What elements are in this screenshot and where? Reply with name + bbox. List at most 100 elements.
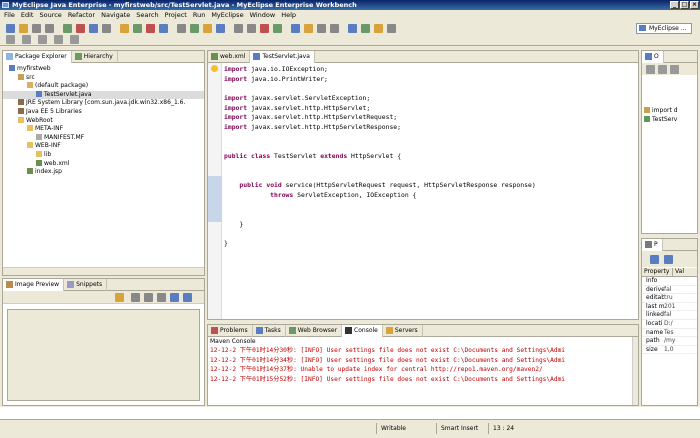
toolbar-tool-icon[interactable] bbox=[32, 24, 41, 33]
menu-run[interactable]: Run bbox=[193, 10, 205, 20]
toolbar-nav-icon[interactable] bbox=[6, 35, 15, 44]
menu-refactor[interactable]: Refactor bbox=[68, 10, 95, 20]
toolbar-tool-icon[interactable] bbox=[120, 24, 129, 33]
toolbar-nav-icon[interactable] bbox=[22, 35, 31, 44]
maximize-button[interactable]: □ bbox=[680, 1, 689, 9]
tree-item[interactable]: Java EE 5 Libraries bbox=[3, 107, 204, 117]
tab-snippets[interactable]: Snippets bbox=[64, 279, 108, 291]
menu-project[interactable]: Project bbox=[165, 10, 187, 20]
toolbar-nav-icon[interactable] bbox=[70, 35, 79, 44]
tree-item[interactable]: WebRoot bbox=[3, 116, 204, 126]
toolbar-tool-icon[interactable] bbox=[146, 24, 155, 33]
perspective-switcher[interactable]: MyEclipse ... bbox=[636, 23, 692, 34]
tab-testservlet-java[interactable]: TestServlet.java bbox=[250, 51, 315, 63]
menu-search[interactable]: Search bbox=[136, 10, 158, 20]
tree-item[interactable]: JRE System Library [com.sun.java.jdk.win… bbox=[3, 99, 204, 108]
toolbar-tool-icon[interactable] bbox=[273, 24, 282, 33]
menu-help[interactable]: Help bbox=[281, 10, 296, 20]
tree-item[interactable]: (default package) bbox=[3, 82, 204, 91]
toolbar-nav-icon[interactable] bbox=[54, 35, 63, 44]
tree-item[interactable]: lib bbox=[3, 150, 204, 160]
toolbar-tool-icon[interactable] bbox=[76, 24, 85, 33]
horizontal-scrollbar[interactable] bbox=[3, 267, 204, 275]
tab-image-preview[interactable]: Image Preview bbox=[3, 279, 65, 291]
property-row[interactable]: linked fal bbox=[642, 311, 697, 320]
toolbar-tool-icon[interactable] bbox=[387, 24, 396, 33]
minimize-button[interactable]: _ bbox=[670, 1, 679, 9]
value-column-header[interactable]: Val bbox=[672, 268, 697, 276]
tree-item[interactable]: TestServlet.java bbox=[3, 90, 204, 100]
tree-item[interactable]: index.jsp bbox=[3, 168, 204, 177]
toolbar-tool-icon[interactable] bbox=[190, 24, 199, 33]
categories-icon[interactable] bbox=[650, 255, 659, 264]
image-tool-icon[interactable] bbox=[115, 293, 124, 302]
console-output[interactable]: 12-12-2 下午01时14分30秒: [INFO] User setting… bbox=[210, 346, 632, 384]
toolbar-tool-icon[interactable] bbox=[348, 24, 357, 33]
tree-item[interactable]: WEB-INF bbox=[3, 142, 204, 151]
toolbar-tool-icon[interactable] bbox=[203, 24, 212, 33]
filter-icon[interactable] bbox=[664, 255, 673, 264]
tab-console[interactable]: Console bbox=[342, 325, 383, 337]
menu-window[interactable]: Window bbox=[250, 10, 276, 20]
tree-item[interactable]: META-INF bbox=[3, 125, 204, 134]
property-row[interactable]: locati D:/ bbox=[642, 320, 697, 329]
toolbar-tool-icon[interactable] bbox=[177, 24, 186, 33]
toolbar-tool-icon[interactable] bbox=[361, 24, 370, 33]
property-row[interactable]: Info bbox=[642, 277, 697, 286]
warning-marker-icon[interactable] bbox=[211, 65, 218, 72]
property-column-header[interactable]: Property bbox=[642, 268, 672, 276]
zoom-out-icon[interactable] bbox=[144, 293, 153, 302]
toolbar-tool-icon[interactable] bbox=[234, 24, 243, 33]
toolbar-nav-icon[interactable] bbox=[38, 35, 47, 44]
toolbar-tool-icon[interactable] bbox=[330, 24, 339, 33]
tab-web-browser[interactable]: Web Browser bbox=[286, 325, 343, 337]
toolbar-tool-icon[interactable] bbox=[216, 24, 225, 33]
tab-web-xml[interactable]: web.xml bbox=[208, 51, 251, 63]
menu-file[interactable]: File bbox=[4, 10, 15, 20]
tab-package-explorer[interactable]: Package Explorer bbox=[3, 51, 72, 63]
tree-item[interactable]: src bbox=[3, 73, 204, 83]
maximize-panel-icon[interactable] bbox=[183, 293, 192, 302]
menu-navigate[interactable]: Navigate bbox=[101, 10, 130, 20]
outline-item[interactable]: import d bbox=[644, 107, 678, 116]
zoom-fit-icon[interactable] bbox=[157, 293, 166, 302]
properties-table[interactable]: Info derive fal editab tru last m 201 linked fal… bbox=[642, 277, 697, 355]
minimize-panel-icon[interactable] bbox=[170, 293, 179, 302]
package-tree[interactable]: myfirstweb src (default package) TestServle… bbox=[3, 65, 204, 177]
toolbar-tool-icon[interactable] bbox=[304, 24, 313, 33]
property-row[interactable]: last m 201 bbox=[642, 303, 697, 312]
toolbar-tool-icon[interactable] bbox=[374, 24, 383, 33]
toolbar-tool-icon[interactable] bbox=[63, 24, 72, 33]
tab-properties[interactable]: P bbox=[642, 239, 663, 251]
toolbar-tool-icon[interactable] bbox=[19, 24, 28, 33]
menu-myeclipse[interactable]: MyEclipse bbox=[211, 10, 243, 20]
tab-servers[interactable]: Servers bbox=[383, 325, 423, 337]
menu-source[interactable]: Source bbox=[39, 10, 61, 20]
tab-problems[interactable]: Problems bbox=[208, 325, 253, 337]
property-row[interactable]: name Tes bbox=[642, 329, 697, 338]
toolbar-tool-icon[interactable] bbox=[89, 24, 98, 33]
property-row[interactable]: editab tru bbox=[642, 294, 697, 303]
zoom-in-icon[interactable] bbox=[131, 293, 140, 302]
menu-edit[interactable]: Edit bbox=[21, 10, 34, 20]
console-scrollbar[interactable] bbox=[632, 337, 638, 405]
toolbar-tool-icon[interactable] bbox=[260, 24, 269, 33]
tab-hierarchy[interactable]: Hierarchy bbox=[72, 51, 118, 63]
hide-fields-icon[interactable] bbox=[658, 65, 667, 74]
tree-item[interactable]: web.xml bbox=[3, 159, 204, 169]
property-row[interactable]: path/my bbox=[642, 337, 697, 346]
tab-outline[interactable]: O bbox=[642, 51, 664, 63]
property-row[interactable]: derive fal bbox=[642, 286, 697, 295]
code-editor[interactable]: import java.io.IOException; import java.i… bbox=[224, 65, 638, 319]
tree-item[interactable]: myfirstweb bbox=[3, 65, 204, 74]
outline-tree[interactable]: import d TestServ bbox=[644, 107, 678, 125]
toolbar-tool-icon[interactable] bbox=[159, 24, 168, 33]
toolbar-tool-icon[interactable] bbox=[45, 24, 54, 33]
toolbar-tool-icon[interactable] bbox=[291, 24, 300, 33]
toolbar-tool-icon[interactable] bbox=[247, 24, 256, 33]
tree-item[interactable]: MANIFEST.MF bbox=[3, 133, 204, 143]
toolbar-tool-icon[interactable] bbox=[6, 24, 15, 33]
toolbar-tool-icon[interactable] bbox=[133, 24, 142, 33]
toolbar-tool-icon[interactable] bbox=[317, 24, 326, 33]
sort-icon[interactable] bbox=[646, 65, 655, 74]
